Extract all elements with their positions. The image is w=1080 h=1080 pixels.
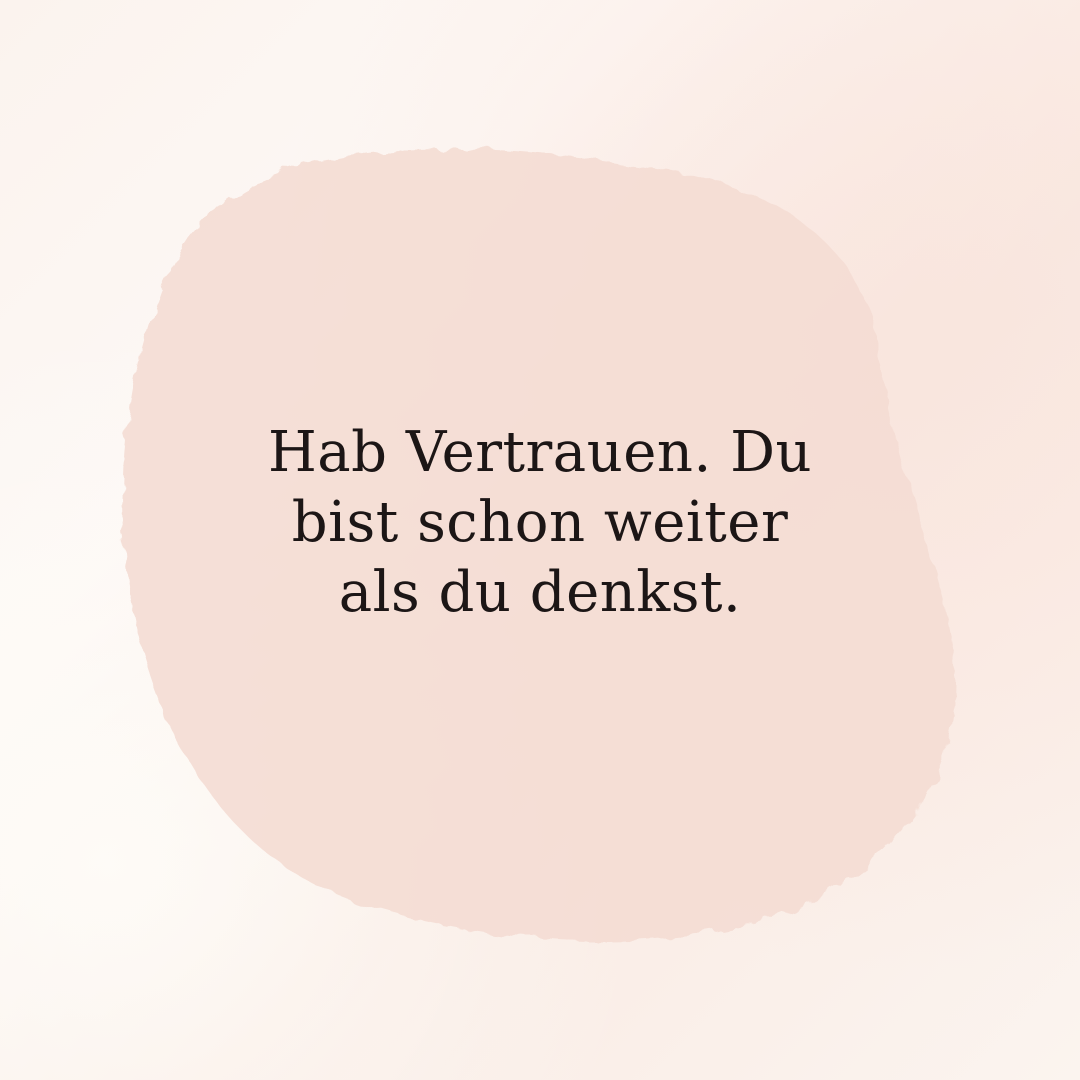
quote-line-3: als du denkst. (338, 560, 742, 625)
quote-line-1: Hab Vertrauen. Du (267, 420, 813, 485)
quote-text: Hab Vertrauen. Du bist schon weiter als … (0, 418, 1080, 628)
quote-line-2: bist schon weiter (291, 490, 789, 555)
